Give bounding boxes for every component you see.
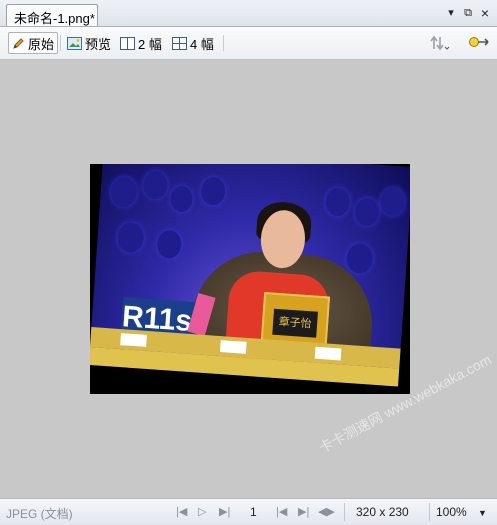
export-key-button[interactable] — [468, 33, 492, 53]
sort-arrows-icon — [430, 35, 450, 51]
last-frame-icon[interactable]: ▶| — [219, 505, 230, 518]
sort-options-button[interactable] — [430, 33, 450, 53]
first-frame-icon[interactable]: |◀ — [176, 505, 187, 518]
page-number[interactable]: 1 — [250, 505, 257, 519]
close-window-icon[interactable]: × — [478, 6, 492, 20]
image-preview-icon — [67, 36, 82, 50]
pin-panel-icon[interactable]: ▾ — [444, 6, 458, 20]
two-up-view-button[interactable]: 2 幅 — [120, 33, 162, 53]
stop-icon[interactable]: ◀▶ — [318, 505, 335, 518]
preview-view-label: 预览 — [85, 36, 112, 52]
file-format-label: JPEG (文档) — [6, 507, 73, 521]
toolbar-divider — [223, 35, 224, 51]
name-sign-text: 章子怡 — [272, 308, 318, 338]
document-tab-strip: 未命名-1.png* ▾ ⧉ × — [0, 0, 497, 27]
previous-state-icon[interactable]: |◀ — [276, 505, 287, 518]
original-view-button[interactable]: 原始 — [8, 32, 59, 54]
status-divider — [429, 503, 430, 521]
image-dimensions: 320 x 230 — [356, 505, 409, 519]
pencil-icon — [13, 37, 24, 49]
image-canvas[interactable]: R11s 章子怡 — [0, 60, 497, 498]
restore-window-icon[interactable]: ⧉ — [461, 6, 475, 20]
status-divider — [344, 503, 345, 521]
two-up-view-label: 2 幅 — [138, 36, 162, 52]
document-tab[interactable]: 未命名-1.png* — [6, 4, 98, 26]
original-view-label: 原始 — [28, 36, 55, 52]
zoom-dropdown-icon[interactable]: ▼ — [478, 508, 487, 518]
next-state-icon[interactable]: ▶| — [298, 505, 309, 518]
play-icon[interactable]: ▷ — [198, 505, 206, 518]
four-up-icon — [172, 36, 187, 50]
two-up-icon — [120, 36, 135, 50]
four-up-view-button[interactable]: 4 幅 — [172, 33, 214, 53]
four-up-view-label: 4 幅 — [190, 36, 214, 52]
document-tab-title: 未命名-1.png* — [14, 11, 95, 26]
zoom-select[interactable]: 100% — [436, 505, 467, 519]
status-bar: JPEG (文档) |◀ ▷ ▶| 1 |◀ ▶| ◀▶ 320 x 230 1… — [0, 498, 497, 525]
photo-content: R11s 章子怡 — [90, 164, 410, 387]
view-toolbar: 原始 预览 2 幅 4 幅 — [0, 27, 497, 60]
toolbar-divider — [60, 35, 61, 51]
key-arrow-icon — [469, 37, 489, 47]
preview-view-button[interactable]: 预览 — [67, 33, 111, 53]
image-preview[interactable]: R11s 章子怡 — [90, 164, 410, 394]
